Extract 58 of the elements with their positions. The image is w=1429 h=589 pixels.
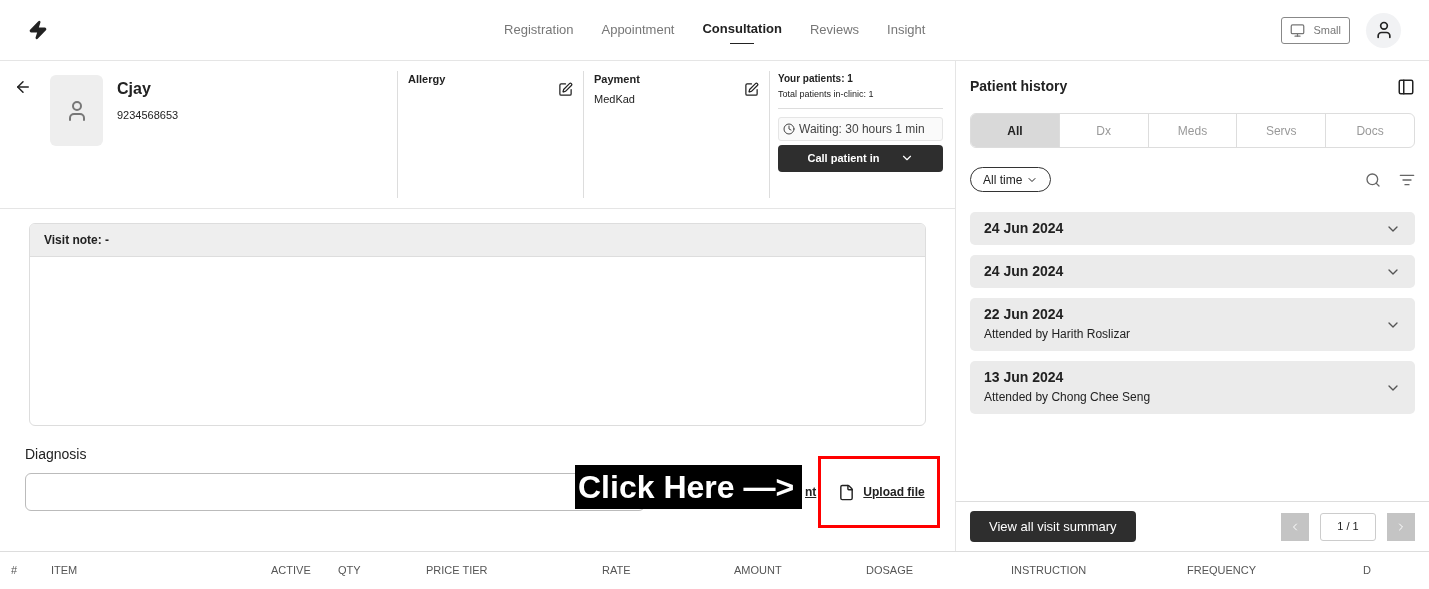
- total-patients-count: Total patients in-clinic: 1: [778, 88, 943, 109]
- nav-tab[interactable]: Consultation: [702, 0, 782, 60]
- column-header: INSTRUCTION: [1011, 563, 1088, 579]
- clock-icon: [783, 122, 795, 135]
- profile-button[interactable]: [1366, 12, 1401, 48]
- patient-name: Cjay: [117, 79, 152, 99]
- visit-date: 22 Jun 2024: [984, 306, 1065, 323]
- visit-date: 24 Jun 2024: [984, 220, 1065, 237]
- column-header: #: [11, 563, 19, 579]
- visit-doctor: Attended by Harith Roslizar: [984, 326, 1132, 343]
- upload-file-button[interactable]: Upload file: [838, 483, 925, 501]
- allergy-label: Allergy: [408, 72, 446, 87]
- diagnosis-label: Diagnosis: [24, 445, 88, 464]
- column-header: FREQUENCY: [1187, 563, 1258, 579]
- history-tab[interactable]: All: [971, 114, 1059, 147]
- visit-item[interactable]: 13 Jun 2024 Attended by Chong Chee Seng: [970, 361, 1415, 414]
- your-patients-count: Your patients: 1: [778, 72, 854, 86]
- nav-tab[interactable]: Insight: [887, 0, 926, 60]
- visit-doctor: Attended by Chong Chee Seng: [984, 389, 1152, 406]
- sidebar-toggle-button[interactable]: [1397, 77, 1415, 96]
- column-header: QTY: [338, 563, 362, 579]
- sidebar-icon: [1397, 77, 1415, 96]
- bolt-logo-icon: [28, 20, 48, 40]
- visit-item[interactable]: 24 Jun 2024: [970, 255, 1415, 288]
- view-summary-button[interactable]: View all visit summary: [970, 511, 1136, 542]
- nav-tab[interactable]: Reviews: [809, 0, 860, 60]
- column-header: ACTIVE: [271, 563, 312, 579]
- edit-button[interactable]: [744, 81, 759, 97]
- monitor-icon: [1290, 22, 1306, 38]
- visit-item[interactable]: 22 Jun 2024 Attended by Harith Roslizar: [970, 298, 1415, 351]
- nav-tab[interactable]: Appointment: [601, 0, 675, 60]
- visit-item[interactable]: 24 Jun 2024: [970, 212, 1415, 245]
- visit-date: 13 Jun 2024: [984, 369, 1065, 386]
- link[interactable]: nt: [805, 483, 817, 501]
- call-patient-button[interactable]: Call patient in: [778, 144, 943, 172]
- column-header: D: [1363, 563, 1372, 579]
- nav-tab[interactable]: Registration: [504, 0, 574, 60]
- search-button[interactable]: [1365, 171, 1381, 188]
- payment-value: MedKad: [594, 91, 636, 107]
- display-size-button[interactable]: Small: [1281, 16, 1350, 44]
- patient-phone: 9234568653: [117, 108, 179, 123]
- edit-button[interactable]: [558, 81, 573, 97]
- column-header: DOSAGE: [866, 563, 915, 579]
- file-icon: [838, 483, 856, 501]
- column-header: RATE: [602, 563, 632, 579]
- waiting-time: Waiting: 30 hours 1 min: [778, 116, 943, 141]
- edit-icon: [744, 81, 759, 97]
- payment-label: Payment: [594, 72, 640, 87]
- visit-date: 24 Jun 2024: [984, 263, 1065, 280]
- page-indicator: 1 / 1: [1320, 512, 1376, 541]
- panel-title: Patient history: [970, 77, 1068, 96]
- column-header: PRICE TIER: [426, 563, 489, 579]
- edit-icon: [558, 81, 573, 97]
- column-header: AMOUNT: [734, 563, 783, 579]
- search-icon: [1365, 171, 1381, 188]
- column-header: ITEM: [51, 563, 79, 579]
- visit-note-title: Visit note: -: [30, 224, 925, 257]
- click-here-tooltip: Click Here —>: [575, 465, 802, 509]
